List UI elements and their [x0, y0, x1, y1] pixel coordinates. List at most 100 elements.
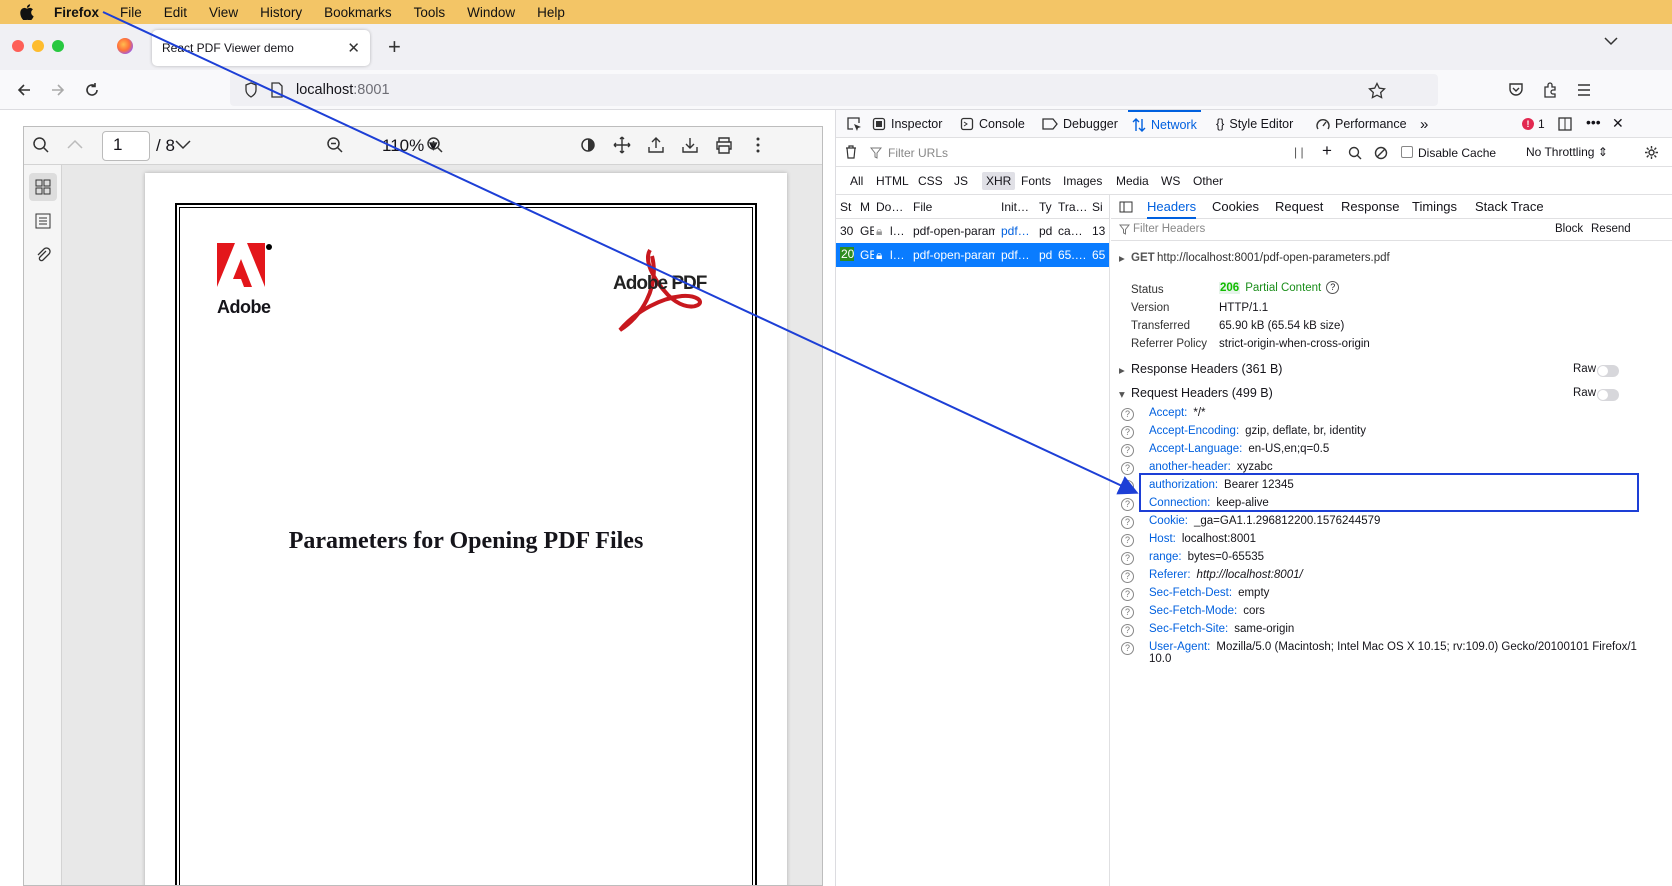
- menu-edit[interactable]: Edit: [153, 5, 198, 20]
- col-status[interactable]: St: [840, 200, 854, 214]
- request-headers-section[interactable]: Request Headers (499 B): [1131, 386, 1273, 400]
- help-icon[interactable]: ?: [1121, 552, 1134, 565]
- tab-cookies[interactable]: Cookies: [1212, 199, 1259, 214]
- filter-urls-input[interactable]: Filter URLs: [888, 146, 948, 160]
- col-type[interactable]: Ty: [1039, 200, 1053, 214]
- help-icon[interactable]: ?: [1326, 281, 1340, 294]
- page-number-input[interactable]: 1: [102, 131, 150, 161]
- tab-network[interactable]: Network: [1128, 110, 1201, 138]
- tab-stack-trace[interactable]: Stack Trace: [1475, 199, 1544, 214]
- block-requests-icon[interactable]: [1374, 146, 1388, 160]
- chevron-down-icon[interactable]: [1604, 36, 1618, 46]
- type-ws[interactable]: WS: [1161, 174, 1180, 188]
- close-tab-icon[interactable]: ✕: [347, 39, 360, 57]
- header-row[interactable]: Sec-Fetch-Site: same-origin: [1149, 623, 1294, 635]
- tab-timings[interactable]: Timings: [1412, 199, 1457, 214]
- help-icon[interactable]: ?: [1121, 534, 1134, 547]
- expand-request-icon[interactable]: ▸: [1119, 251, 1125, 265]
- request-row[interactable]: 30 GE 🔒︎ l… pdf-open-param pdf… pd ca… 1…: [836, 219, 1109, 243]
- close-devtools-icon[interactable]: ✕: [1612, 115, 1624, 132]
- back-icon[interactable]: [16, 82, 32, 98]
- gear-icon[interactable]: [1644, 145, 1659, 160]
- filter-headers-input[interactable]: Filter Headers: [1133, 223, 1205, 235]
- header-row[interactable]: Sec-Fetch-Mode: cors: [1149, 605, 1265, 617]
- add-request-icon[interactable]: +: [1322, 141, 1332, 161]
- type-js[interactable]: JS: [954, 174, 968, 188]
- row-initiator[interactable]: pdf…: [1001, 248, 1031, 262]
- firefox-view-icon[interactable]: [117, 38, 133, 54]
- request-row-selected[interactable]: 20 GE 🔒︎ l… pdf-open-param pdf… pd 65.… …: [836, 243, 1109, 267]
- chevron-down-icon[interactable]: [174, 136, 192, 154]
- tab-style-editor[interactable]: {} Style Editor: [1216, 110, 1293, 138]
- header-row[interactable]: Sec-Fetch-Dest: empty: [1149, 587, 1269, 599]
- hamburger-menu-icon[interactable]: [1576, 82, 1592, 98]
- url-bar[interactable]: localhost:8001: [230, 74, 1438, 106]
- chevron-up-icon[interactable]: [66, 136, 84, 154]
- type-css[interactable]: CSS: [918, 174, 943, 188]
- bookmarks-icon[interactable]: [35, 213, 51, 229]
- type-other[interactable]: Other: [1193, 174, 1223, 188]
- shield-icon[interactable]: [244, 82, 258, 98]
- more-tabs-icon[interactable]: »: [1420, 110, 1428, 138]
- apple-icon[interactable]: [20, 4, 34, 20]
- resend-button[interactable]: Resend: [1591, 223, 1631, 235]
- col-transferred[interactable]: Tra…: [1058, 200, 1086, 214]
- header-row[interactable]: Accept-Language: en-US,en;q=0.5: [1149, 443, 1329, 455]
- tab-headers[interactable]: Headers: [1147, 199, 1197, 219]
- type-all[interactable]: All: [850, 174, 863, 188]
- forward-icon[interactable]: [50, 82, 66, 98]
- header-row[interactable]: Host: localhost:8001: [1149, 533, 1256, 545]
- menu-history[interactable]: History: [249, 5, 313, 20]
- type-html[interactable]: HTML: [876, 174, 909, 188]
- menu-help[interactable]: Help: [526, 5, 576, 20]
- type-media[interactable]: Media: [1116, 174, 1149, 188]
- col-size[interactable]: Si: [1092, 200, 1106, 214]
- row-initiator[interactable]: pdf…: [1001, 224, 1031, 238]
- expand-response-headers-icon[interactable]: ▸: [1119, 363, 1125, 377]
- help-icon[interactable]: ?: [1121, 444, 1134, 457]
- tab-response[interactable]: Response: [1341, 199, 1400, 214]
- minimize-window-button[interactable]: [32, 40, 44, 52]
- devtools-options-icon[interactable]: •••: [1586, 114, 1601, 130]
- download-icon[interactable]: [681, 136, 699, 154]
- col-method[interactable]: M: [860, 200, 872, 214]
- toggle-sidebar-icon[interactable]: [1119, 201, 1133, 213]
- browser-tab[interactable]: React PDF Viewer demo ✕: [152, 30, 370, 66]
- col-file[interactable]: File: [913, 200, 993, 214]
- tab-inspector[interactable]: Inspector: [872, 110, 942, 138]
- help-icon[interactable]: ?: [1121, 570, 1134, 583]
- header-row[interactable]: another-header: xyzabc: [1149, 461, 1273, 473]
- search-icon[interactable]: [1348, 146, 1362, 160]
- disable-cache-checkbox[interactable]: [1401, 146, 1413, 158]
- tab-console[interactable]: Console: [960, 110, 1025, 138]
- zoom-window-button[interactable]: [52, 40, 64, 52]
- print-icon[interactable]: [715, 136, 733, 154]
- trash-icon[interactable]: [844, 145, 858, 159]
- help-icon[interactable]: ?: [1121, 588, 1134, 601]
- help-icon[interactable]: ?: [1121, 624, 1134, 637]
- type-fonts[interactable]: Fonts: [1021, 174, 1051, 188]
- pocket-icon[interactable]: [1508, 82, 1524, 98]
- attachment-icon[interactable]: [35, 247, 51, 263]
- help-icon[interactable]: ?: [1121, 426, 1134, 439]
- search-icon[interactable]: [32, 136, 50, 154]
- close-window-button[interactable]: [12, 40, 24, 52]
- header-row[interactable]: Accept: */*: [1149, 407, 1206, 419]
- theme-icon[interactable]: [579, 136, 597, 154]
- open-file-icon[interactable]: [647, 136, 665, 154]
- thumbnail-tab[interactable]: [29, 173, 57, 201]
- menu-bookmarks[interactable]: Bookmarks: [313, 5, 403, 20]
- full-screen-icon[interactable]: [613, 136, 631, 154]
- page-icon[interactable]: [270, 82, 284, 98]
- dock-icon[interactable]: [1558, 117, 1572, 131]
- raw-request-toggle[interactable]: [1597, 389, 1619, 401]
- help-icon[interactable]: ?: [1121, 408, 1134, 421]
- error-badge[interactable]: ! 1: [1522, 117, 1545, 131]
- menu-tools[interactable]: Tools: [403, 5, 457, 20]
- zoom-out-icon[interactable]: [326, 136, 344, 154]
- help-icon[interactable]: ?: [1121, 462, 1134, 475]
- header-row[interactable]: Cookie: _ga=GA1.1.296812200.1576244579: [1149, 515, 1380, 527]
- help-icon[interactable]: ?: [1121, 516, 1134, 529]
- col-initiator[interactable]: Init…: [1001, 200, 1031, 214]
- header-row[interactable]: Referer: http://localhost:8001/: [1149, 569, 1303, 581]
